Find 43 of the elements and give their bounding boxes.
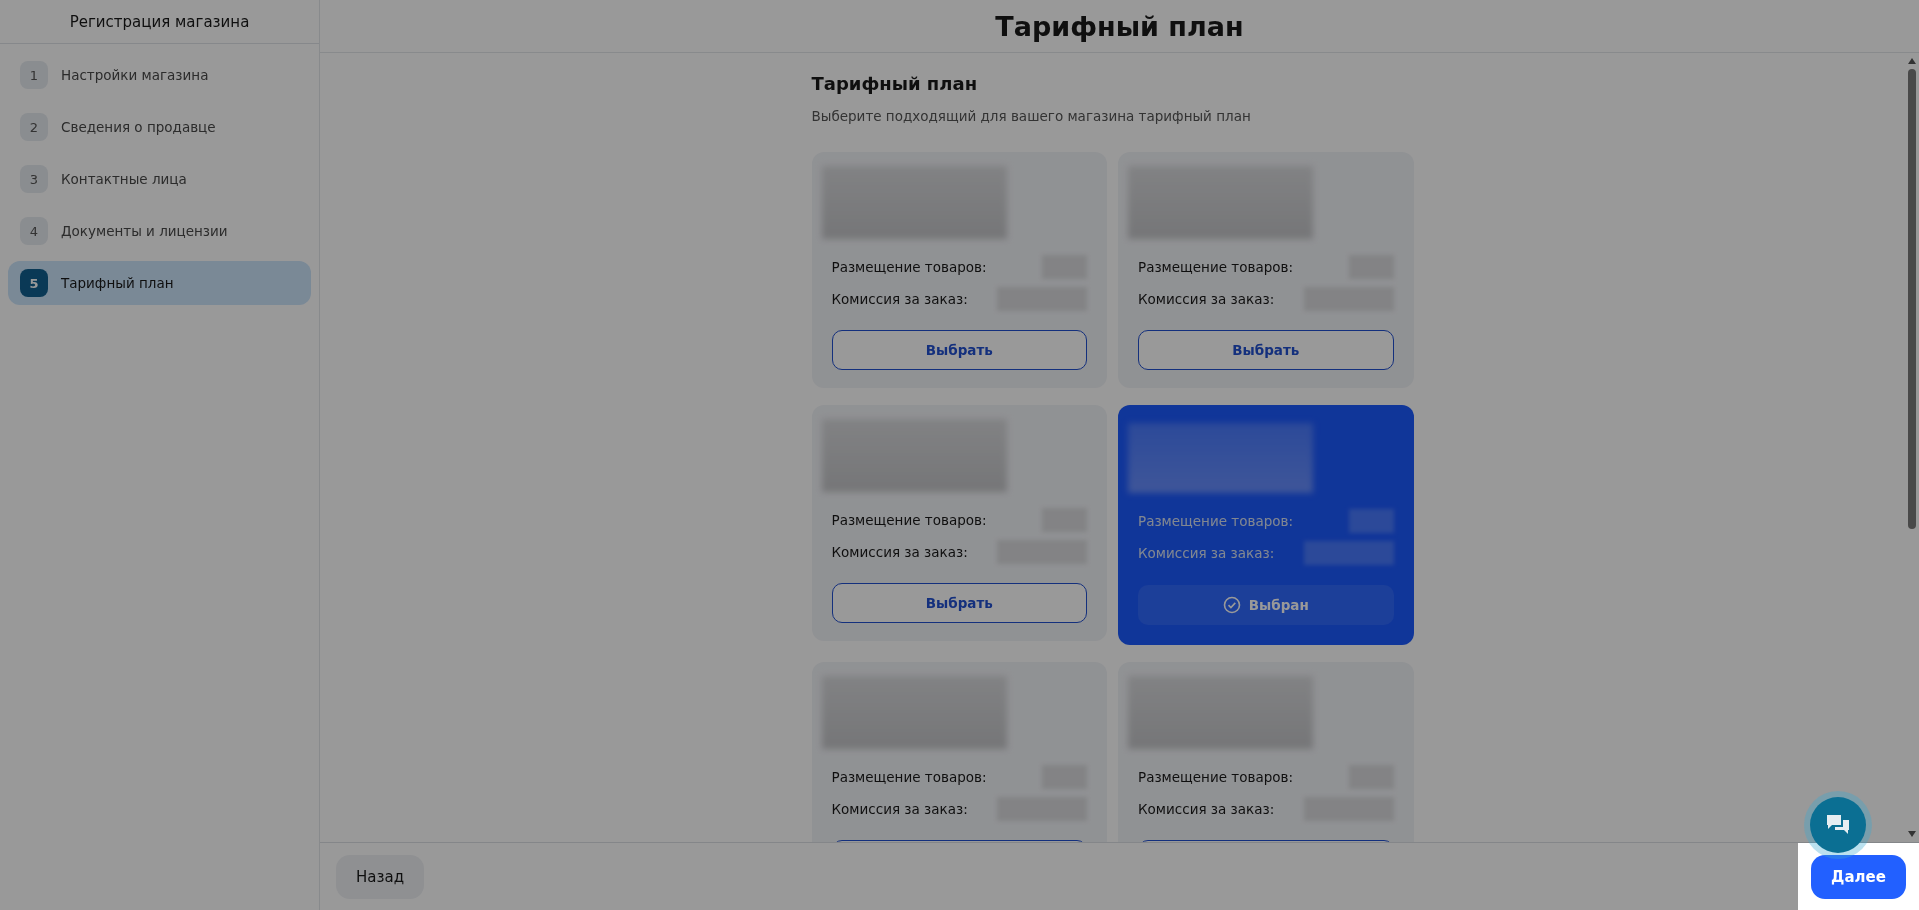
redacted-block: [1348, 509, 1394, 533]
placement-label: Размещение товаров:: [1138, 258, 1293, 275]
placement-label: Размещение товаров:: [1138, 768, 1293, 785]
selected-button[interactable]: Выбран: [1138, 585, 1394, 625]
placement-label: Размещение товаров:: [831, 511, 987, 528]
next-button[interactable]: Далее: [1811, 854, 1906, 899]
step-item[interactable]: 4 Документы и лицензии: [8, 209, 311, 253]
step-item[interactable]: 1 Настройки магазина: [8, 53, 311, 97]
step-number: 5: [20, 269, 48, 297]
step-number: 4: [20, 217, 48, 245]
placement-label: Размещение товаров:: [831, 768, 987, 785]
commission-label: Комиссия за заказ:: [831, 800, 968, 817]
back-button[interactable]: Назад: [336, 854, 424, 899]
placement-label: Размещение товаров:: [1138, 513, 1293, 529]
plan-card[interactable]: Размещение товаров: Комиссия за заказ: Выбрать: [1118, 152, 1414, 388]
step-number: 2: [20, 113, 48, 141]
select-button[interactable]: Выбрать: [831, 583, 1087, 623]
select-button[interactable]: Выбрать: [1138, 330, 1394, 370]
plan-card[interactable]: Размещение товаров: Комиссия за заказ: Выбран: [1118, 405, 1414, 645]
page-title: Тарифный план: [995, 10, 1244, 42]
commission-label: Комиссия за заказ:: [831, 290, 968, 307]
plan-card[interactable]: Размещение товаров: Комиссия за заказ:: [811, 662, 1107, 842]
check-circle-icon: [1222, 596, 1241, 614]
scroll-up-icon[interactable]: [1907, 57, 1917, 65]
plan-card[interactable]: Размещение товаров: Комиссия за заказ:: [1118, 662, 1414, 842]
select-button[interactable]: Выбрать: [831, 330, 1087, 370]
section-heading: Тарифный план: [811, 73, 979, 94]
scroll-down-icon[interactable]: [1907, 830, 1917, 838]
chat-button[interactable]: [1810, 797, 1866, 853]
commission-label: Комиссия за заказ:: [1138, 545, 1275, 561]
section-subtitle: Выберите подходящий для вашего магазина тарифный план: [811, 108, 1252, 124]
step-item[interactable]: 5 Тарифный план: [8, 261, 311, 305]
commission-label: Комиссия за заказ:: [1138, 800, 1275, 817]
plan-card[interactable]: Размещение товаров: Комиссия за заказ: Выбрать: [811, 405, 1107, 641]
step-number: 1: [20, 61, 48, 89]
step-item[interactable]: 2 Сведения о продавце: [8, 105, 311, 149]
step-number: 3: [20, 165, 48, 193]
step-item[interactable]: 3 Контактные лица: [8, 157, 311, 201]
placement-label: Размещение товаров:: [831, 258, 987, 275]
commission-label: Комиссия за заказ:: [1138, 290, 1275, 307]
sidebar-title: Регистрация магазина: [0, 0, 319, 44]
commission-label: Комиссия за заказ:: [831, 543, 968, 560]
plan-card[interactable]: Размещение товаров: Комиссия за заказ: Выбрать: [811, 152, 1107, 388]
